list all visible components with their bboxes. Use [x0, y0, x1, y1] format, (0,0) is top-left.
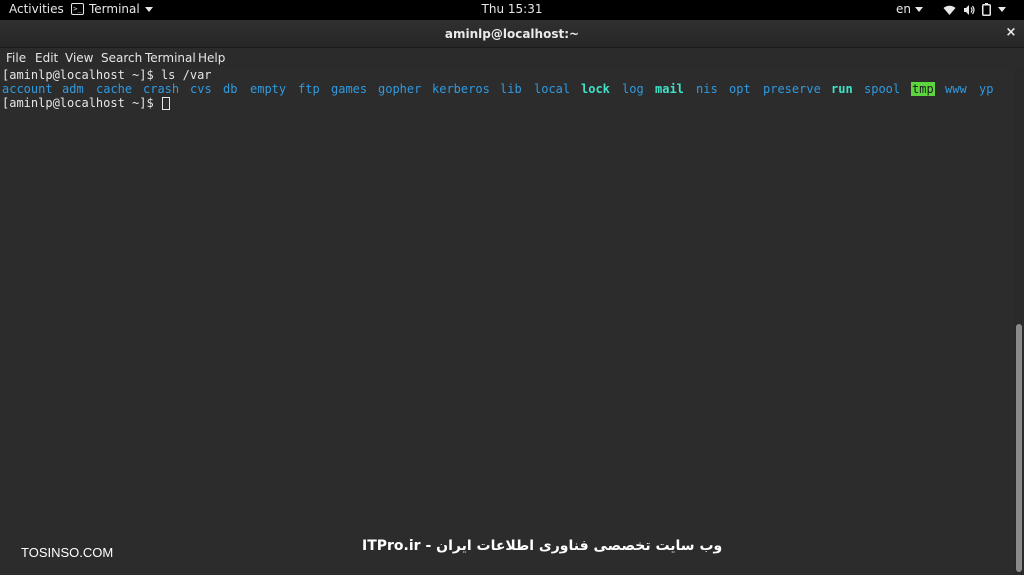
scrollbar-thumb[interactable]	[1016, 324, 1022, 572]
ls-entry: nis	[696, 82, 718, 96]
ls-entry: account	[2, 82, 53, 96]
terminal-area[interactable]: [aminlp@localhost ~]$ ls /var account ad…	[0, 68, 1014, 575]
ls-entry: adm	[62, 82, 84, 96]
prompt: [aminlp@localhost ~]$	[2, 96, 161, 110]
menu-search[interactable]: Search	[101, 51, 142, 65]
language-selector[interactable]: en	[896, 2, 923, 16]
top-bar: Activities >_ Terminal Thu 15:31 en	[0, 0, 1024, 20]
watermark-center: ITPro.ir - وب سایت تخصصی فناوری اطلاعات …	[362, 538, 723, 554]
close-icon[interactable]: ×	[1004, 25, 1018, 41]
volume-icon	[964, 4, 975, 15]
language-label: en	[896, 2, 911, 16]
ls-entry: crash	[143, 82, 180, 96]
chevron-down-icon	[144, 6, 153, 12]
ls-entry: www	[945, 82, 967, 96]
menu-bar: File Edit View Search Terminal Help	[0, 48, 1024, 68]
terminal-app-icon: >_	[71, 3, 84, 15]
battery-icon	[982, 3, 991, 16]
menu-file[interactable]: File	[6, 51, 26, 65]
window-titlebar[interactable]: aminlp@localhost:~ ×	[0, 20, 1024, 48]
app-menu-label: Terminal	[89, 2, 140, 16]
ls-entry: log	[622, 82, 644, 96]
ls-entry: db	[223, 82, 238, 96]
ls-entry: lib	[500, 82, 522, 96]
ls-entry: ftp	[298, 82, 320, 96]
system-menu[interactable]	[943, 3, 1006, 16]
app-menu[interactable]: >_ Terminal	[71, 2, 153, 16]
menu-help[interactable]: Help	[198, 51, 225, 65]
chevron-down-icon	[998, 7, 1006, 12]
menu-edit[interactable]: Edit	[35, 51, 58, 65]
ls-entry: cvs	[190, 82, 212, 96]
menu-terminal[interactable]: Terminal	[145, 51, 196, 65]
ls-entry: kerberos	[432, 82, 490, 96]
terminal-line-prompt: [aminlp@localhost ~]$	[2, 96, 170, 110]
watermark-left: TOSINSO.COM	[21, 545, 114, 560]
ls-entry: gopher	[378, 82, 422, 96]
ls-entry: yp	[979, 82, 994, 96]
command: ls /var	[160, 68, 212, 82]
ls-entry: local	[534, 82, 571, 96]
terminal-line-command: [aminlp@localhost ~]$ ls /var	[2, 68, 212, 82]
ls-entry-sticky: tmp	[911, 82, 935, 96]
ls-entry: spool	[864, 82, 901, 96]
ls-entry-link: run	[831, 82, 853, 96]
ls-entry: cache	[96, 82, 133, 96]
prompt: [aminlp@localhost ~]$	[2, 68, 161, 82]
wifi-icon	[943, 5, 956, 15]
window-title: aminlp@localhost:~	[444, 27, 580, 41]
ls-entry-link: mail	[655, 82, 684, 96]
ls-entry: empty	[250, 82, 287, 96]
ls-entry-link: lock	[581, 82, 610, 96]
chevron-down-icon	[915, 6, 923, 12]
menu-view[interactable]: View	[65, 51, 93, 65]
ls-entry: opt	[729, 82, 751, 96]
clock[interactable]: Thu 15:31	[482, 2, 543, 16]
ls-entry: games	[331, 82, 368, 96]
text-cursor	[161, 97, 170, 110]
activities-button[interactable]: Activities	[9, 2, 64, 16]
ls-entry: preserve	[763, 82, 821, 96]
